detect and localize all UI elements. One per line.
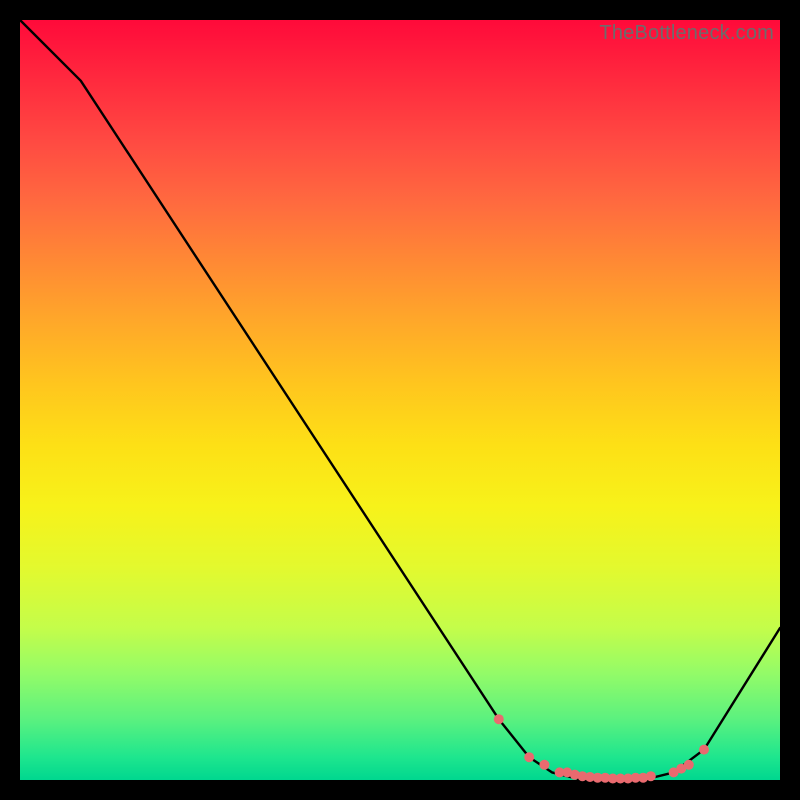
chart-line [20, 20, 780, 780]
marker-dot [684, 760, 694, 770]
chart-frame: TheBottleneck.com [0, 0, 800, 800]
chart-svg [20, 20, 780, 780]
marker-dot [494, 714, 504, 724]
marker-dot [524, 752, 534, 762]
marker-dot [699, 745, 709, 755]
main-curve [20, 20, 780, 780]
plot-area: TheBottleneck.com [20, 20, 780, 780]
marker-dot [539, 760, 549, 770]
marker-dot [646, 771, 656, 781]
marker-layer [494, 714, 709, 783]
